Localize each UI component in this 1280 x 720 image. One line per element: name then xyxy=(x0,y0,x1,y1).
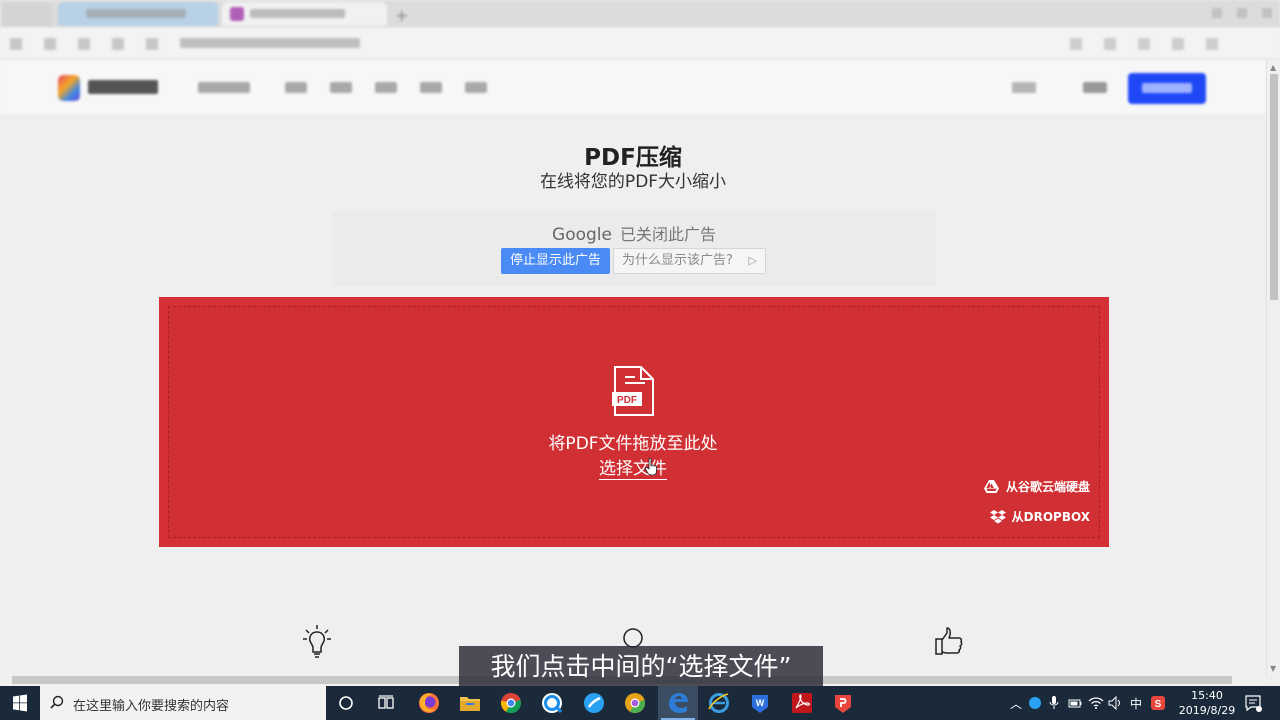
notification-center-icon[interactable] xyxy=(1244,694,1262,712)
browser-tab[interactable] xyxy=(2,2,52,26)
browser-toolbar-icons[interactable] xyxy=(1070,38,1240,50)
tray-app-icon[interactable] xyxy=(1028,696,1042,710)
ime-indicator[interactable]: 中 xyxy=(1130,695,1142,712)
scroll-up-icon[interactable]: ▲ xyxy=(1270,63,1276,72)
browser-tab-bar: + xyxy=(0,0,1280,28)
ad-container: Google 已关闭此广告 停止显示此广告 为什么显示该广告? ▷ xyxy=(332,211,936,286)
sogou-icon[interactable] xyxy=(582,691,606,715)
nav-item[interactable] xyxy=(285,82,307,93)
navigation-buttons[interactable] xyxy=(10,38,160,50)
google-drive-icon xyxy=(983,480,999,493)
window-controls[interactable] xyxy=(1212,8,1272,18)
nav-item[interactable] xyxy=(465,82,487,93)
chrome-canary-icon[interactable] xyxy=(623,691,647,715)
logo-text[interactable] xyxy=(88,80,158,94)
lightbulb-icon xyxy=(303,625,331,658)
why-this-ad-label: 为什么显示该广告? xyxy=(622,253,733,268)
search-placeholder: 在这里输入你要搜索的内容 xyxy=(73,699,230,714)
chrome-icon[interactable] xyxy=(499,691,523,715)
scroll-down-icon[interactable]: ▼ xyxy=(1270,664,1276,673)
ie-icon[interactable] xyxy=(707,691,731,715)
cortana-icon[interactable] xyxy=(334,691,358,715)
sogou-input-icon[interactable]: S xyxy=(1150,695,1166,711)
browser-tab[interactable] xyxy=(58,2,218,26)
drop-zone-dashed-border xyxy=(168,306,1100,538)
browser-tab-active[interactable] xyxy=(222,2,387,26)
ad-closed-text: 已关闭此广告 xyxy=(619,225,716,244)
svg-text:W: W xyxy=(756,698,765,708)
site-header xyxy=(0,60,1266,116)
vertical-scrollbar[interactable]: ▲ ▼ xyxy=(1266,60,1280,676)
google-drive-label: 从谷歌云端硬盘 xyxy=(1005,480,1090,494)
google-drive-button[interactable]: 从谷歌云端硬盘 xyxy=(983,478,1090,495)
mouse-cursor-icon xyxy=(645,458,657,476)
windows-start-icon[interactable] xyxy=(0,686,40,720)
smallpdf-logo-icon[interactable] xyxy=(58,75,80,101)
acrobat-icon[interactable] xyxy=(790,691,814,715)
battery-icon[interactable] xyxy=(1068,697,1082,709)
task-view-icon[interactable] xyxy=(374,691,398,715)
file-explorer-icon[interactable] xyxy=(458,691,482,715)
scroll-thumb[interactable] xyxy=(1270,74,1278,300)
pricing-link[interactable] xyxy=(1012,82,1036,93)
qq-browser-icon[interactable] xyxy=(540,691,564,715)
choose-file-container: 选择文件 xyxy=(0,454,1266,480)
thumbs-up-icon xyxy=(935,627,963,655)
clock-date: 2019/8/29 xyxy=(1178,704,1236,717)
windows-taskbar: 在这里输入你要搜索的内容 W ︿ 中 S 15:40 2019/8/29 xyxy=(0,686,1280,720)
new-tab-icon[interactable]: + xyxy=(395,6,411,25)
nav-item[interactable] xyxy=(420,82,442,93)
dropbox-icon xyxy=(989,509,1006,523)
microphone-icon[interactable] xyxy=(1048,695,1060,711)
taskbar-search-box[interactable]: 在这里输入你要搜索的内容 xyxy=(40,686,326,720)
nav-item[interactable] xyxy=(375,82,397,93)
firefox-icon[interactable] xyxy=(417,691,441,715)
nav-item[interactable] xyxy=(330,82,352,93)
stop-showing-ad-button[interactable]: 停止显示此广告 xyxy=(501,248,610,274)
tray-expand-icon[interactable]: ︿ xyxy=(1010,695,1022,712)
wps-icon[interactable]: W xyxy=(748,691,772,715)
video-caption: 我们点击中间的“选择文件” xyxy=(459,646,823,688)
nav-item[interactable] xyxy=(198,82,250,93)
edge-icon[interactable] xyxy=(666,691,690,715)
taskbar-clock[interactable]: 15:40 2019/8/29 xyxy=(1174,688,1240,718)
google-label: Google xyxy=(552,225,612,245)
dropbox-label: 从DROPBOX xyxy=(1011,510,1090,524)
pdf-file-icon: PDF xyxy=(612,366,654,416)
clock-time: 15:40 xyxy=(1191,689,1223,702)
search-icon xyxy=(50,695,64,709)
signup-button[interactable] xyxy=(1128,73,1206,104)
svg-text:S: S xyxy=(1155,699,1162,710)
why-this-ad-button[interactable]: 为什么显示该广告? ▷ xyxy=(613,248,766,274)
login-link[interactable] xyxy=(1083,82,1107,93)
drop-instruction: 将PDF文件拖放至此处 xyxy=(548,434,718,454)
smallpdf-favicon-icon xyxy=(230,7,244,21)
ad-closed-message: Google 已关闭此广告 xyxy=(332,221,936,245)
page-subtitle: 在线将您的PDF大小缩小 xyxy=(539,172,727,192)
pdf-icon-label: PDF xyxy=(617,395,637,406)
wifi-icon[interactable] xyxy=(1088,696,1104,710)
browser-address-bar xyxy=(0,28,1280,60)
wps-pdf-icon[interactable] xyxy=(831,691,855,715)
volume-icon[interactable] xyxy=(1108,696,1124,710)
adchoices-icon: ▷ xyxy=(748,254,757,267)
dropbox-button[interactable]: 从DROPBOX xyxy=(989,508,1090,525)
url-field[interactable] xyxy=(180,38,360,48)
